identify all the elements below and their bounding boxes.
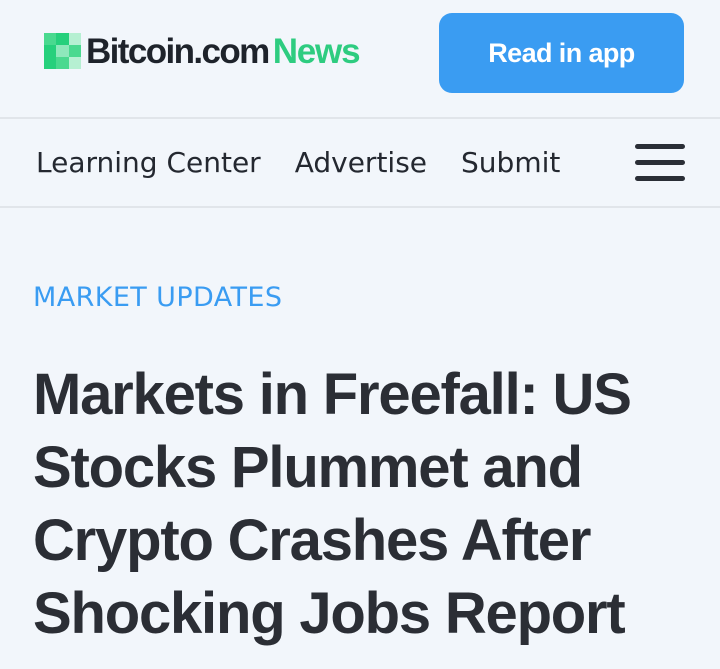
site-logo[interactable]: Bitcoin.com News (44, 31, 361, 71)
nav-item-advertise[interactable]: Advertise (295, 120, 427, 206)
bitcoin-com-logo-icon (44, 32, 81, 70)
nav-item-learning-center[interactable]: Learning Center (36, 120, 261, 206)
top-nav: Learning Center Advertise Submit (0, 120, 720, 206)
nav-item-submit[interactable]: Submit (461, 120, 560, 206)
nav-scroll-strip[interactable]: Learning Center Advertise Submit (36, 120, 586, 206)
logo-product-text: News (272, 31, 361, 71)
hamburger-menu-icon[interactable] (635, 144, 685, 182)
site-header: Bitcoin.com News Read in app (0, 0, 720, 118)
logo-brand-text: Bitcoin.com (86, 31, 270, 71)
read-in-app-button[interactable]: Read in app (439, 13, 684, 93)
nav-divider (0, 206, 720, 208)
article-title: Markets in Freefall: US Stocks Plummet a… (33, 362, 632, 646)
article-category-link[interactable]: MARKET UPDATES (33, 282, 282, 313)
header-divider (0, 117, 720, 119)
